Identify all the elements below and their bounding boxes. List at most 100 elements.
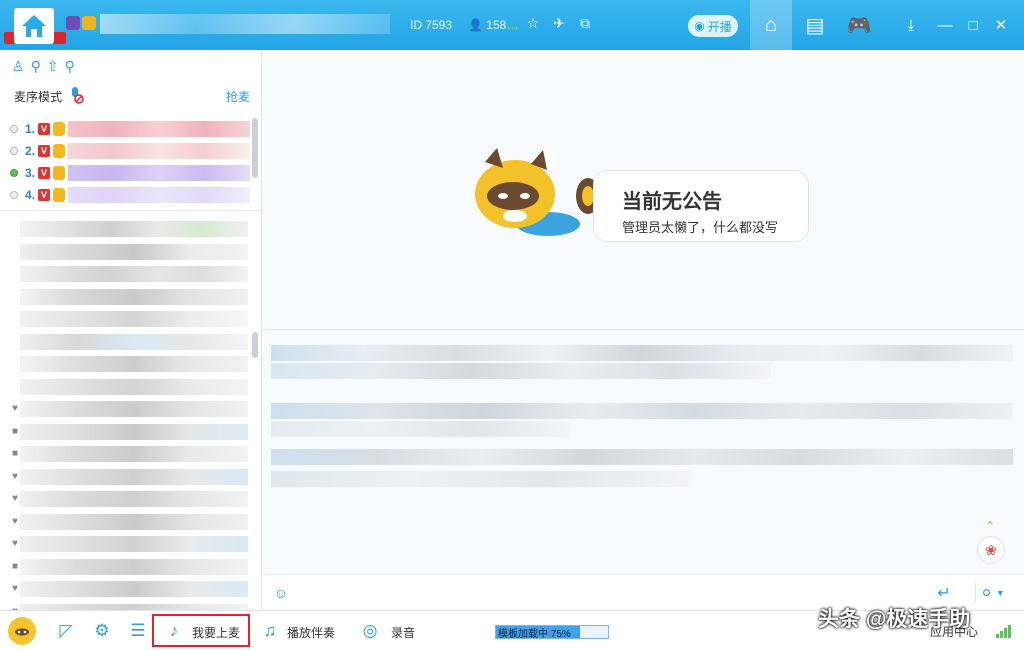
rank-icon [53, 144, 65, 158]
list-item[interactable] [20, 331, 248, 354]
location-icon[interactable]: ⚲ [31, 58, 41, 75]
list-item[interactable] [20, 218, 248, 241]
user-name-blurred [68, 121, 250, 137]
target-icon: ◉ [694, 19, 705, 33]
chat-message-blurred [271, 421, 571, 437]
tab-games[interactable]: 🎮 [838, 0, 880, 50]
room-logo[interactable] [14, 8, 54, 44]
user-blurred [20, 558, 248, 575]
plane-icon[interactable]: ✈ [550, 14, 568, 32]
search-icon[interactable]: ⚲ [65, 58, 75, 75]
rank-icon [53, 188, 65, 202]
status-dot [10, 147, 18, 155]
chat-message-blurred [271, 363, 771, 379]
user-blurred [20, 378, 248, 395]
user-name-blurred [68, 143, 250, 159]
equalizer-icon[interactable]: ☰ [128, 621, 148, 641]
send-enter-icon[interactable]: ↵ [933, 583, 955, 603]
announcement-title: 当前无公告 [620, 185, 722, 214]
queue-row[interactable]: 2. V [10, 140, 250, 162]
record-icon[interactable]: ◎ [360, 621, 380, 641]
download-icon[interactable]: ⤓ [902, 16, 920, 34]
vip-badge: V [38, 145, 50, 157]
medal-badges [66, 16, 96, 30]
list-item[interactable] [20, 488, 248, 511]
chat-area[interactable]: ⌃ ❀ [263, 331, 1024, 573]
upload-icon[interactable]: ⇧ [47, 58, 59, 75]
user-blurred [20, 221, 248, 238]
start-live-button[interactable]: ◉ 开播 [688, 15, 738, 37]
queue-row[interactable]: 4. V [10, 184, 250, 206]
close-button[interactable]: ✕ [992, 16, 1010, 34]
list-item[interactable] [20, 308, 248, 331]
list-item[interactable] [20, 466, 248, 489]
heart-icon: ♥ [12, 515, 18, 527]
user-blurred [20, 536, 248, 553]
list-item[interactable] [20, 578, 248, 601]
speaker-icon[interactable]: ◸ [56, 621, 76, 641]
list-item[interactable] [20, 443, 248, 466]
request-mic-icon[interactable]: ♪ [164, 621, 184, 641]
flower-gift-button[interactable]: ❀ [977, 536, 1005, 564]
status-dot [10, 191, 18, 199]
person-icon[interactable]: ♙ [12, 58, 25, 75]
queue-scrollbar[interactable] [252, 118, 258, 178]
home-icon [22, 15, 46, 37]
list-item[interactable] [20, 511, 248, 534]
chevron-up-icon[interactable]: ⌃ [985, 519, 995, 533]
list-item[interactable] [20, 263, 248, 286]
home-icon: ⌂ [764, 13, 778, 36]
user-blurred [20, 243, 248, 260]
mic-queue: 1. V 2. V 3. V 4. V [10, 118, 250, 206]
user-blurred [20, 468, 248, 485]
list-item[interactable] [20, 241, 248, 264]
list-item[interactable] [20, 286, 248, 309]
chat-bubble-icon: ⚪ [980, 585, 993, 602]
user-blurred [20, 581, 248, 598]
signal-strength-icon [996, 625, 1011, 638]
queue-row[interactable]: 3. V [10, 162, 250, 184]
user-blurred [20, 288, 248, 305]
play-music-button[interactable]: 播放伴奏 [287, 624, 335, 641]
avatar[interactable] [8, 617, 36, 645]
online-count: 👤 158… [468, 18, 519, 32]
medal-icon [82, 16, 96, 30]
lock-icon: ■ [11, 560, 19, 572]
list-item[interactable] [20, 398, 248, 421]
grab-mic-link[interactable]: 抢麦 [226, 88, 250, 105]
tab-home[interactable]: ⌂ [750, 0, 792, 50]
request-mic-button[interactable]: 我要上麦 [192, 624, 240, 641]
vip-badge: V [38, 189, 50, 201]
share-icon[interactable]: ⧉ [576, 14, 594, 32]
microphone-icon[interactable]: ⚙ [92, 621, 112, 641]
list-item[interactable] [20, 556, 248, 579]
mic-off-icon[interactable] [68, 86, 84, 104]
gamepad-icon: 🎮 [846, 14, 872, 37]
music-note-icon[interactable]: ♫ [260, 621, 280, 641]
status-dot [10, 169, 18, 177]
heart-icon: ♥ [12, 493, 18, 504]
user-blurred [20, 333, 248, 350]
list-item[interactable] [20, 353, 248, 376]
maximize-button[interactable]: □ [964, 16, 982, 34]
user-blurred [20, 423, 248, 440]
list-item[interactable] [20, 533, 248, 556]
font-style-icon[interactable]: ☺ [271, 583, 291, 603]
lock-icon: ■ [11, 448, 19, 459]
user-list-scrollbar[interactable] [252, 332, 258, 358]
record-button[interactable]: 录音 [391, 624, 415, 641]
chat-message-blurred [271, 449, 1013, 465]
list-item[interactable] [20, 421, 248, 444]
list-item[interactable] [20, 376, 248, 399]
medal-icon [66, 16, 80, 30]
queue-number: 4. [24, 188, 35, 202]
emoji-dropdown[interactable]: ⚪ ▼ [975, 583, 1009, 603]
raccoon-mascot [475, 148, 600, 236]
queue-row[interactable]: 1. V [10, 118, 250, 140]
announcement-bubble: 当前无公告 管理员太懒了，什么都没写 [593, 170, 809, 242]
heart-icon: ♥ [12, 403, 18, 414]
star-icon[interactable]: ☆ [524, 14, 542, 32]
tab-list[interactable]: ▤ [794, 0, 836, 50]
minimize-button[interactable]: — [936, 16, 954, 34]
queue-number: 1. [24, 122, 35, 136]
